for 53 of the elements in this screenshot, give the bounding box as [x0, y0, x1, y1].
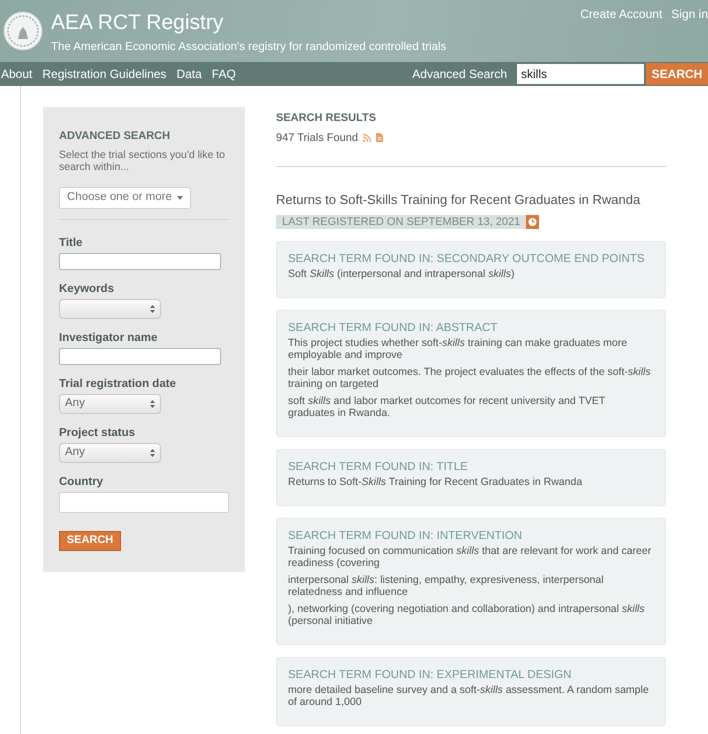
- field-label: Country: [59, 474, 104, 488]
- match-excerpt: ), networking (covering negotiation and collaboration) and intrapersonal skills (personal initiative: [288, 602, 646, 626]
- match-excerpt: This project studies whether soft-skills training can make graduates more employable and improve: [288, 336, 628, 360]
- stepper-icon: [150, 304, 155, 312]
- sections-dropdown[interactable]: Choose one or more: [59, 186, 191, 208]
- nav-link[interactable]: About: [1, 65, 32, 83]
- document-icon[interactable]: [376, 133, 383, 142]
- match-section-heading: SEARCH TERM FOUND IN: TITLE: [288, 460, 469, 474]
- match-excerpt: soft skills and labor market outcomes for recent university and TVET graduates in Rwanda.: [288, 394, 606, 418]
- select-field[interactable]: [59, 298, 161, 318]
- match-excerpt: Training focused on communication skills that are relevant for work and career readiness (covering: [288, 544, 652, 568]
- stepper-icon: [150, 448, 155, 456]
- field-label: Project status: [59, 426, 136, 440]
- nav-link[interactable]: FAQ: [212, 65, 236, 83]
- match-section-heading: SEARCH TERM FOUND IN: SECONDARY OUTCOME END POINTS: [288, 252, 646, 266]
- match-excerpt: Returns to Soft-Skills Training for Recent Graduates in Rwanda: [288, 476, 584, 488]
- registered-date-label: LAST REGISTERED ON SEPTEMBER 13, 2021: [276, 214, 526, 228]
- text-field[interactable]: [59, 252, 221, 270]
- match-excerpt: their labor market outcomes. The project evaluates the effects of the soft-skills training on targeted: [288, 366, 652, 390]
- match-excerpt: interpersonal skills: listening, empathy, expresiveness, interpersonal relatedness and influence: [288, 574, 605, 598]
- search-button[interactable]: SEARCH: [646, 63, 708, 85]
- nav-link[interactable]: Registration Guidelines: [42, 65, 166, 83]
- clock-icon: [526, 214, 540, 228]
- stepper-icon: [150, 400, 155, 408]
- sidebar-heading: ADVANCED SEARCH: [59, 129, 172, 144]
- text-field[interactable]: [59, 348, 221, 364]
- sidebar-description: Select the trial sections you'd like to search within...: [59, 148, 226, 172]
- field-label: Title: [59, 236, 84, 250]
- match-section-heading: SEARCH TERM FOUND IN: EXPERIMENTAL DESIGN: [288, 668, 572, 682]
- nav-link[interactable]: Data: [176, 65, 202, 83]
- match-section-heading: SEARCH TERM FOUND IN: INTERVENTION: [288, 530, 524, 542]
- select-field[interactable]: Any: [59, 442, 161, 462]
- caret-icon: [176, 196, 183, 200]
- emblem-icon: [3, 11, 43, 51]
- site-title[interactable]: AEA RCT Registry: [51, 11, 446, 35]
- site-tagline: The American Economic Association's registry for randomized controlled trials: [51, 40, 446, 55]
- select-field[interactable]: Any: [59, 394, 161, 414]
- match-section-heading: SEARCH TERM FOUND IN: ABSTRACT: [288, 322, 498, 334]
- rss-icon[interactable]: [362, 134, 371, 142]
- match-excerpt: Soft Skills (interpersonal and intrapersonal skills): [288, 268, 516, 280]
- search-button[interactable]: SEARCH: [59, 530, 121, 550]
- field-label: Keywords: [59, 282, 115, 296]
- field-label: Trial registration date: [59, 376, 177, 390]
- results-heading: SEARCH RESULTS: [276, 111, 378, 126]
- trial-title-link[interactable]: Returns to Soft-Skills Training for Recent Graduates in Rwanda: [276, 190, 693, 210]
- results-count: 947 Trials Found: [276, 130, 358, 146]
- account-link[interactable]: Create Account: [580, 5, 662, 23]
- text-field[interactable]: [59, 492, 229, 512]
- match-excerpt: more detailed baseline survey and a soft-skills assessment. A random sample of around 1,000: [288, 684, 650, 708]
- account-link[interactable]: Sign in: [671, 5, 708, 23]
- search-field[interactable]: skills: [517, 64, 644, 84]
- advanced-search-link[interactable]: Advanced Search: [412, 65, 507, 83]
- field-label: Investigator name: [59, 330, 158, 344]
